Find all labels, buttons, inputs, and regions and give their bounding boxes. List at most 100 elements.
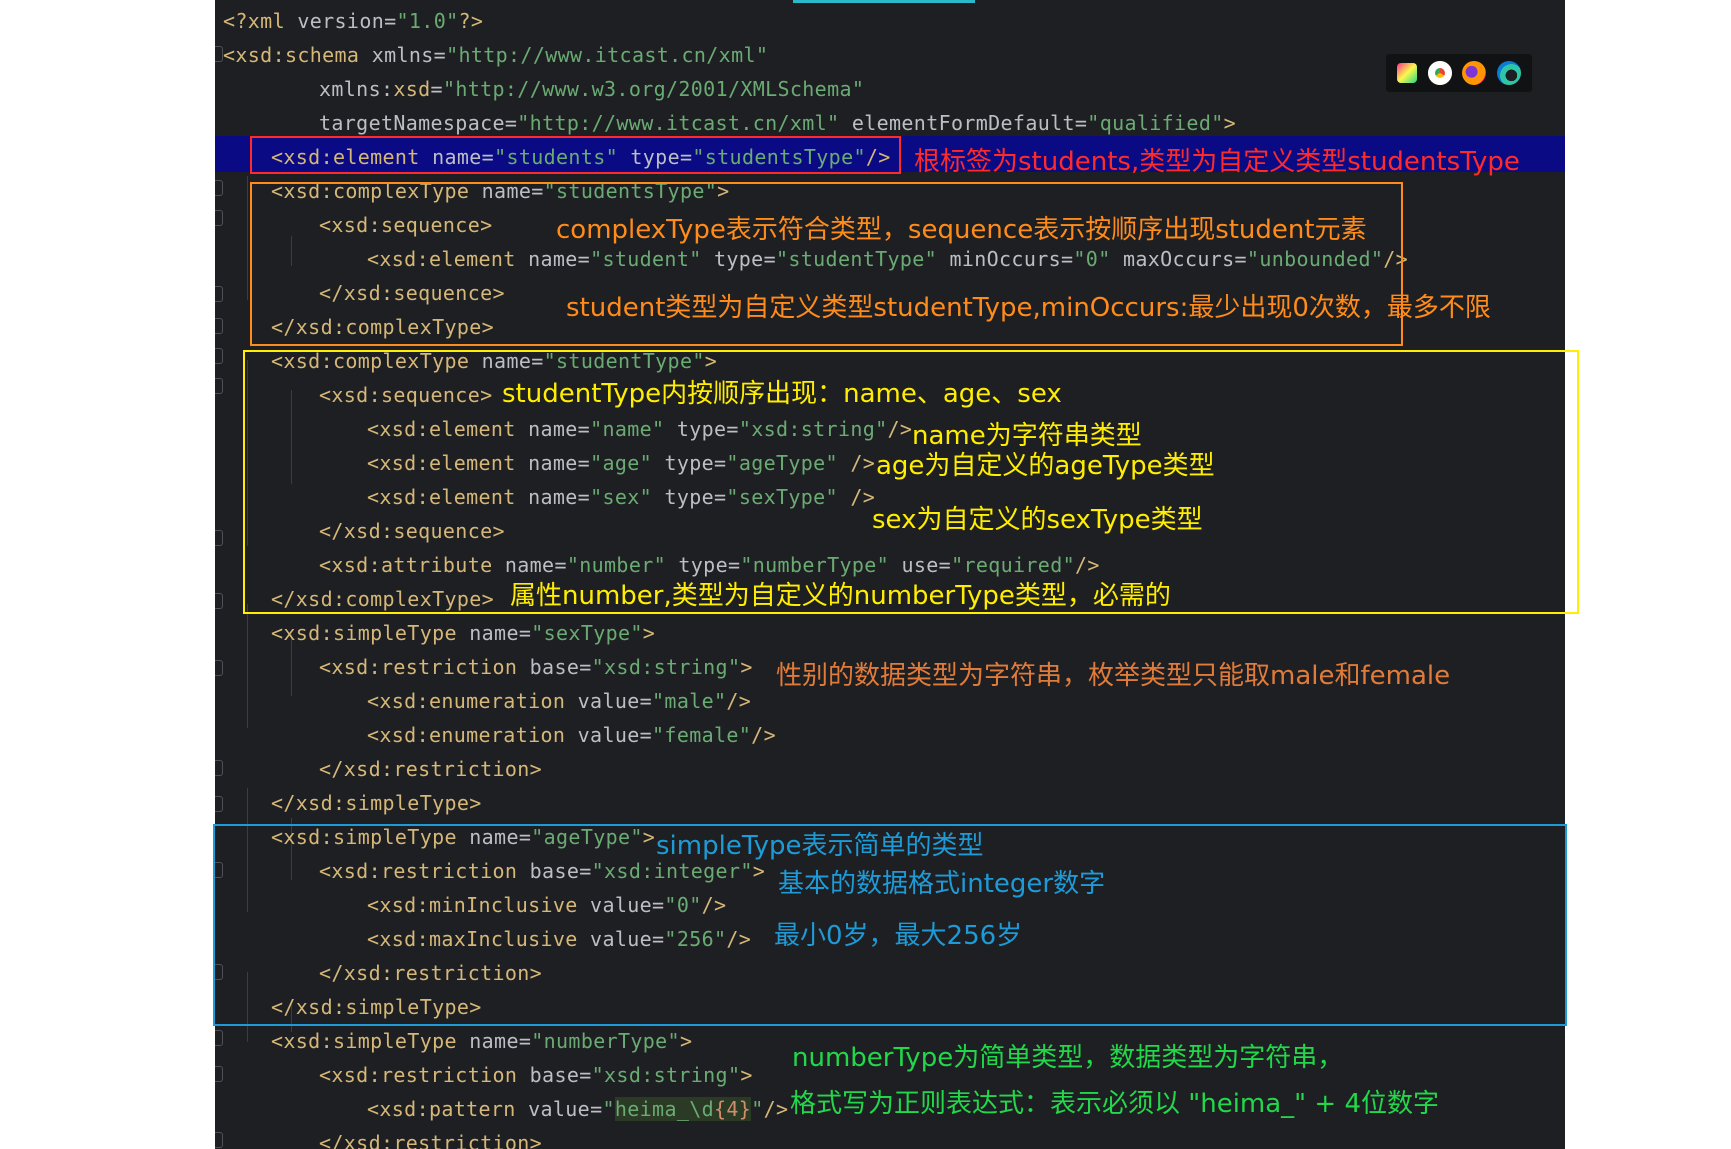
fold-marker-icon[interactable] xyxy=(215,660,223,676)
code-token: " xyxy=(751,1097,764,1121)
code-line: <xsd:enumeration value="female"/> xyxy=(367,720,776,750)
code-token: base xyxy=(529,1063,580,1087)
code-token: = xyxy=(1074,111,1088,135)
code-token: ?> xyxy=(458,9,484,33)
fold-marker-icon[interactable] xyxy=(215,286,223,302)
code-token: = xyxy=(433,43,447,67)
note-name: name为字符串类型 xyxy=(912,421,1142,451)
code-token: = xyxy=(518,621,532,645)
code-line: <xsd:enumeration value="male"/> xyxy=(367,686,751,716)
code-token: </xsd:restriction> xyxy=(319,1131,543,1149)
note-age: age为自定义的ageType类型 xyxy=(876,451,1215,481)
code-line: targetNamespace="http://www.itcast.cn/xm… xyxy=(319,108,1236,138)
code-token: {4} xyxy=(714,1097,752,1121)
code-token: = xyxy=(504,111,518,135)
indent-guide xyxy=(247,604,248,728)
fold-marker-icon[interactable] xyxy=(215,378,223,394)
fold-marker-icon[interactable] xyxy=(215,796,223,812)
code-token: "male" xyxy=(652,689,727,713)
code-token: = xyxy=(639,723,653,747)
code-token: = xyxy=(579,1063,592,1087)
note-integer-base: 基本的数据格式integer数字 xyxy=(778,869,1106,899)
fold-marker-icon[interactable] xyxy=(215,1066,223,1082)
fold-marker-icon[interactable] xyxy=(215,318,223,334)
code-token: <xsd:pattern xyxy=(367,1097,529,1121)
code-token: " xyxy=(602,1097,615,1121)
code-token: "qualified" xyxy=(1087,111,1224,135)
fold-marker-icon[interactable] xyxy=(215,46,223,62)
code-token: = xyxy=(579,655,592,679)
fold-marker-icon[interactable] xyxy=(215,210,223,226)
code-line: <xsd:simpleType name="sexType"> xyxy=(271,618,655,648)
code-token: xmlns xyxy=(371,43,434,67)
chrome-icon[interactable] xyxy=(1427,61,1452,85)
code-token: > xyxy=(740,655,753,679)
note-student-type-seq: studentType内按顺序出现：name、age、sex xyxy=(502,379,1062,409)
code-token: <xsd:simpleType xyxy=(271,1029,470,1053)
code-token: </xsd:simpleType> xyxy=(271,791,482,815)
note-number-type-1: numberType为简单类型，数据类型为字符串， xyxy=(792,1043,1344,1073)
firefox-icon[interactable] xyxy=(1462,61,1487,85)
code-line: <?xml version="1.0"?> xyxy=(223,6,483,36)
note-sex-enum: 性别的数据类型为字符串，枚举类型只能取male和female xyxy=(776,661,1451,691)
code-line: </xsd:restriction> xyxy=(319,1128,542,1149)
code-token: name xyxy=(469,1029,519,1053)
code-token: xmlns: xyxy=(319,77,394,101)
code-token: version xyxy=(297,9,385,33)
fold-marker-icon[interactable] xyxy=(215,760,223,776)
edge-icon[interactable] xyxy=(1496,61,1521,85)
code-line: </xsd:simpleType> xyxy=(271,788,482,818)
code-line: <xsd:simpleType name="numberType"> xyxy=(271,1026,692,1056)
code-line: <xsd:restriction base="xsd:string"> xyxy=(319,652,753,682)
fold-marker-icon[interactable] xyxy=(215,348,223,364)
code-token: > xyxy=(642,621,656,645)
code-token: > xyxy=(679,1029,693,1053)
code-token: xsd xyxy=(393,77,431,101)
code-token: > xyxy=(1223,111,1237,135)
code-line: <xsd:schema xmlns="http://www.itcast.cn/… xyxy=(223,40,768,70)
fold-marker-icon[interactable] xyxy=(215,530,223,546)
note-simple-type: simpleType表示简单的类型 xyxy=(656,831,984,861)
fold-marker-icon[interactable] xyxy=(215,1132,223,1148)
note-age-range: 最小0岁，最大256岁 xyxy=(774,921,1023,951)
code-token: = xyxy=(430,77,443,101)
code-token: heima_\d xyxy=(614,1097,715,1121)
code-token: "xsd:string" xyxy=(591,655,741,679)
code-token: "xsd:string" xyxy=(591,1063,741,1087)
code-token: "sexType" xyxy=(531,621,643,645)
jetbrains-icon[interactable] xyxy=(1397,63,1418,83)
code-token: <xsd:schema xyxy=(223,43,372,67)
code-token: value xyxy=(577,723,640,747)
code-token: > xyxy=(740,1063,753,1087)
code-token: <xsd:restriction xyxy=(319,655,530,679)
indent-guide xyxy=(247,176,248,300)
code-token: name xyxy=(469,621,519,645)
code-token: </xsd:restriction> xyxy=(319,757,543,781)
code-token: value xyxy=(528,1097,591,1121)
note-student-type: student类型为自定义类型studentType,minOccurs:最少出… xyxy=(566,293,1491,323)
browser-launcher-bar xyxy=(1386,54,1532,92)
note-number-attr: 属性number,类型为自定义的numberType类型，必需的 xyxy=(510,581,1171,611)
code-token: "http://www.itcast.cn/xml" xyxy=(446,43,769,67)
active-tab-indicator xyxy=(793,0,975,3)
code-token: <?xml xyxy=(223,9,298,33)
code-token: targetNamespace xyxy=(319,111,505,135)
code-token: <xsd:enumeration xyxy=(367,723,578,747)
code-token: /> xyxy=(763,1097,789,1121)
code-line: <xsd:restriction base="xsd:string"> xyxy=(319,1060,753,1090)
code-token: base xyxy=(529,655,580,679)
code-token: elementFormDefault xyxy=(851,111,1075,135)
code-token: <xsd:restriction xyxy=(319,1063,530,1087)
fold-marker-icon[interactable] xyxy=(215,593,223,609)
fold-marker-icon[interactable] xyxy=(215,180,223,196)
code-token: = xyxy=(639,689,653,713)
code-line: </xsd:restriction> xyxy=(319,754,542,784)
code-line: <xsd:pattern value="heima_\d{4}"/> xyxy=(367,1094,788,1124)
code-token: = xyxy=(590,1097,603,1121)
note-number-type-2: 格式写为正则表达式：表示必须以 "heima_" + 4位数字 xyxy=(790,1089,1439,1119)
code-token: "1.0" xyxy=(396,9,459,33)
code-token: "female" xyxy=(652,723,752,747)
note-root: 根标签为students,类型为自定义类型studentsType xyxy=(914,147,1520,177)
code-token: <xsd:simpleType xyxy=(271,621,470,645)
fold-marker-icon[interactable] xyxy=(215,1030,223,1046)
